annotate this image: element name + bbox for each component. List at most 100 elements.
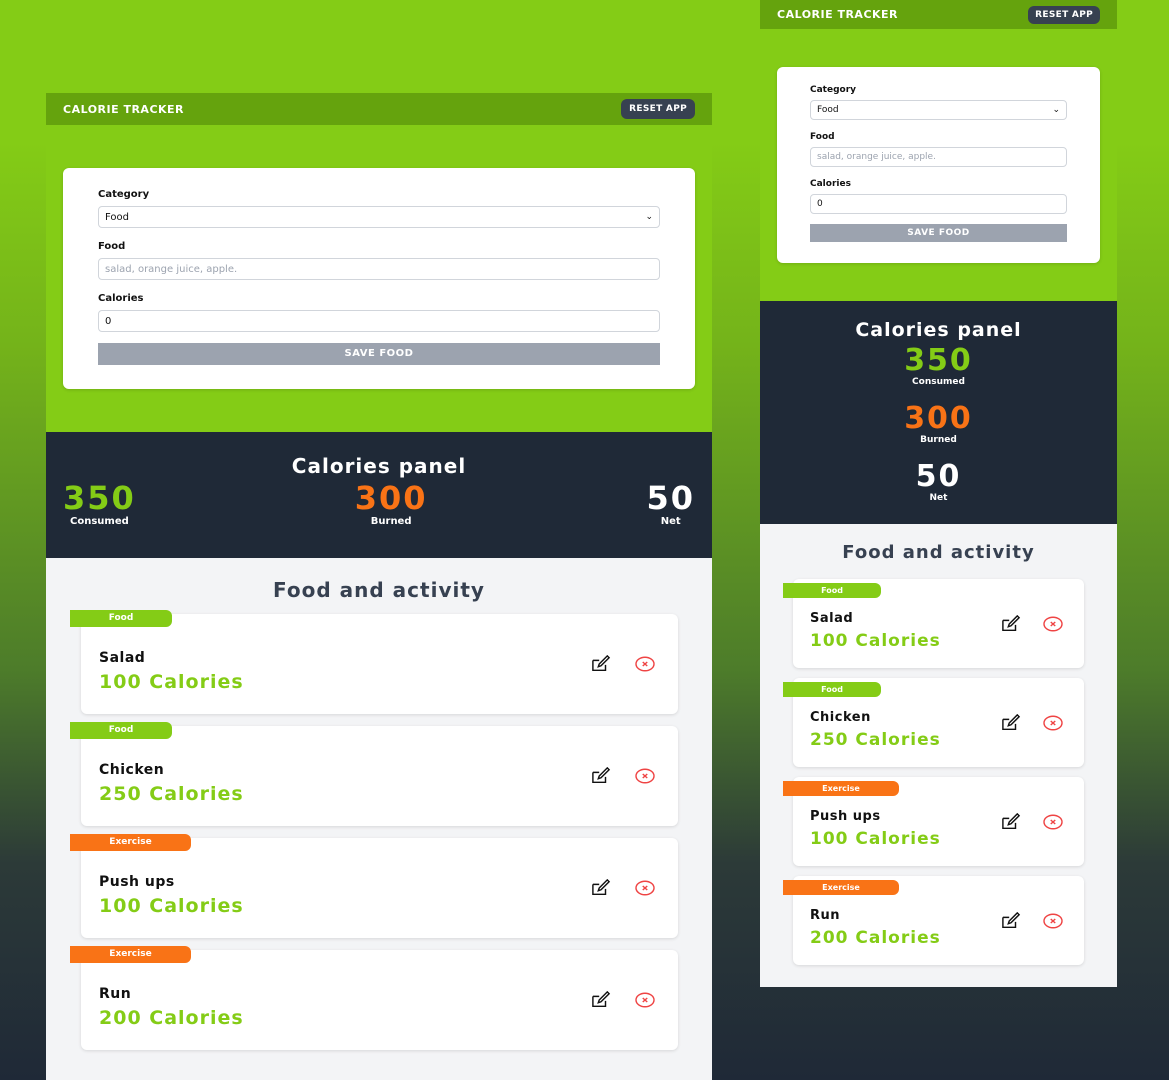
category-tag: Exercise [783,880,899,895]
item-calories: 200 Calories [99,1007,244,1029]
consumed-label: Consumed [912,377,965,387]
mobile-view: CALORIE TRACKER RESET APP Category Food … [760,0,1117,987]
item-name: Salad [810,611,854,626]
food-input[interactable]: salad, orange juice, apple. [98,258,660,280]
form-section: Category Food ⌄ Food salad, orange juice… [760,29,1117,301]
item-calories: 100 Calories [99,895,244,917]
item-name: Run [99,986,132,1002]
edit-icon[interactable] [999,713,1023,733]
category-tag: Exercise [70,834,191,851]
food-input[interactable]: salad, orange juice, apple. [810,147,1067,167]
calories-label: Calories [810,179,851,189]
burned-value: 300 [904,401,973,436]
category-label: Category [810,85,857,95]
consumed-label: Consumed [70,516,129,527]
calories-input[interactable]: 0 [98,310,660,332]
category-tag: Exercise [70,946,191,963]
net-value: 50 [915,459,962,494]
item-calories: 100 Calories [810,631,941,651]
calories-input-value: 0 [105,315,112,327]
x-circle-icon[interactable] [633,990,657,1010]
calories-panel: Calories panel 350 Consumed 300 Burned 5… [760,301,1117,524]
calories-panel: Calories panel 350 Consumed 300 Burned 5… [46,432,712,558]
reset-app-button[interactable]: RESET APP [621,99,695,119]
net-label: Net [929,493,948,503]
list-item: Food Chicken 250 Calories [783,678,1084,767]
app-header: CALORIE TRACKER RESET APP [760,0,1117,29]
food-input-placeholder: salad, orange juice, apple. [817,152,936,162]
save-food-button[interactable]: SAVE FOOD [98,343,660,365]
x-circle-icon[interactable] [1041,911,1065,931]
burned-value: 300 [354,479,428,517]
chevron-down-icon: ⌄ [1052,105,1060,115]
list-item: Food Salad 100 Calories [783,579,1084,668]
list-item: Food Chicken 250 Calories [70,722,678,826]
calories-input-value: 0 [817,199,823,209]
x-circle-icon[interactable] [633,654,657,674]
edit-icon[interactable] [999,911,1023,931]
category-tag: Food [783,682,881,697]
app-header: CALORIE TRACKER RESET APP [46,93,712,125]
net-stat: 50 Net [646,480,695,527]
list-item: Exercise Push ups 100 Calories [783,777,1084,866]
food-form: Category Food ⌄ Food salad, orange juice… [777,67,1100,263]
activity-title: Food and activity [842,542,1035,563]
panel-title: Calories panel [291,454,467,478]
calories-input[interactable]: 0 [810,194,1067,214]
edit-icon[interactable] [589,878,613,898]
category-tag: Food [783,583,881,598]
edit-icon[interactable] [589,990,613,1010]
app-title: CALORIE TRACKER [63,102,185,116]
activity-title: Food and activity [273,578,485,602]
item-name: Chicken [810,710,871,725]
category-select[interactable]: Food ⌄ [98,206,660,228]
x-circle-icon[interactable] [1041,812,1065,832]
item-name: Push ups [810,809,881,824]
food-form: Category Food ⌄ Food salad, orange juice… [63,168,695,389]
x-circle-icon[interactable] [1041,713,1065,733]
calories-label: Calories [98,293,144,304]
x-circle-icon[interactable] [1041,614,1065,634]
category-tag: Exercise [783,781,899,796]
category-tag: Food [70,610,172,627]
item-name: Chicken [99,762,165,778]
x-circle-icon[interactable] [633,766,657,786]
burned-label: Burned [920,435,957,445]
consumed-stat: 350 Consumed [63,480,136,527]
edit-icon[interactable] [999,812,1023,832]
category-tag: Food [70,722,172,739]
consumed-value: 350 [63,479,136,517]
edit-icon[interactable] [589,654,613,674]
consumed-value: 350 [904,343,973,378]
category-select[interactable]: Food ⌄ [810,100,1067,120]
net-value: 50 [646,479,695,517]
edit-icon[interactable] [589,766,613,786]
net-label: Net [660,516,681,527]
item-calories: 100 Calories [810,829,941,849]
category-select-value: Food [105,211,129,223]
list-item: Exercise Push ups 100 Calories [70,834,678,938]
burned-stat: 300 Burned [355,480,428,527]
item-name: Push ups [99,874,175,890]
list-item: Exercise Run 200 Calories [783,876,1084,965]
food-label: Food [98,241,126,252]
food-input-placeholder: salad, orange juice, apple. [105,263,238,275]
panel-title: Calories panel [855,319,1022,341]
x-circle-icon[interactable] [633,878,657,898]
save-food-button[interactable]: SAVE FOOD [810,224,1067,242]
edit-icon[interactable] [999,614,1023,634]
food-label: Food [810,132,835,142]
burned-stat: 300 Burned [904,401,973,446]
list-item: Exercise Run 200 Calories [70,946,678,1050]
item-calories: 250 Calories [99,783,244,805]
stats-column: 350 Consumed 300 Burned 50 Net [760,341,1117,515]
reset-app-button[interactable]: RESET APP [1028,5,1100,24]
stats-row: 350 Consumed 300 Burned 50 Net [46,480,712,527]
item-name: Run [810,908,841,923]
form-section: Category Food ⌄ Food salad, orange juice… [46,125,712,432]
item-calories: 200 Calories [810,928,941,948]
item-name: Salad [99,650,146,666]
desktop-view: CALORIE TRACKER RESET APP Category Food … [46,93,712,1080]
item-calories: 250 Calories [810,730,941,750]
category-select-value: Food [817,105,839,115]
